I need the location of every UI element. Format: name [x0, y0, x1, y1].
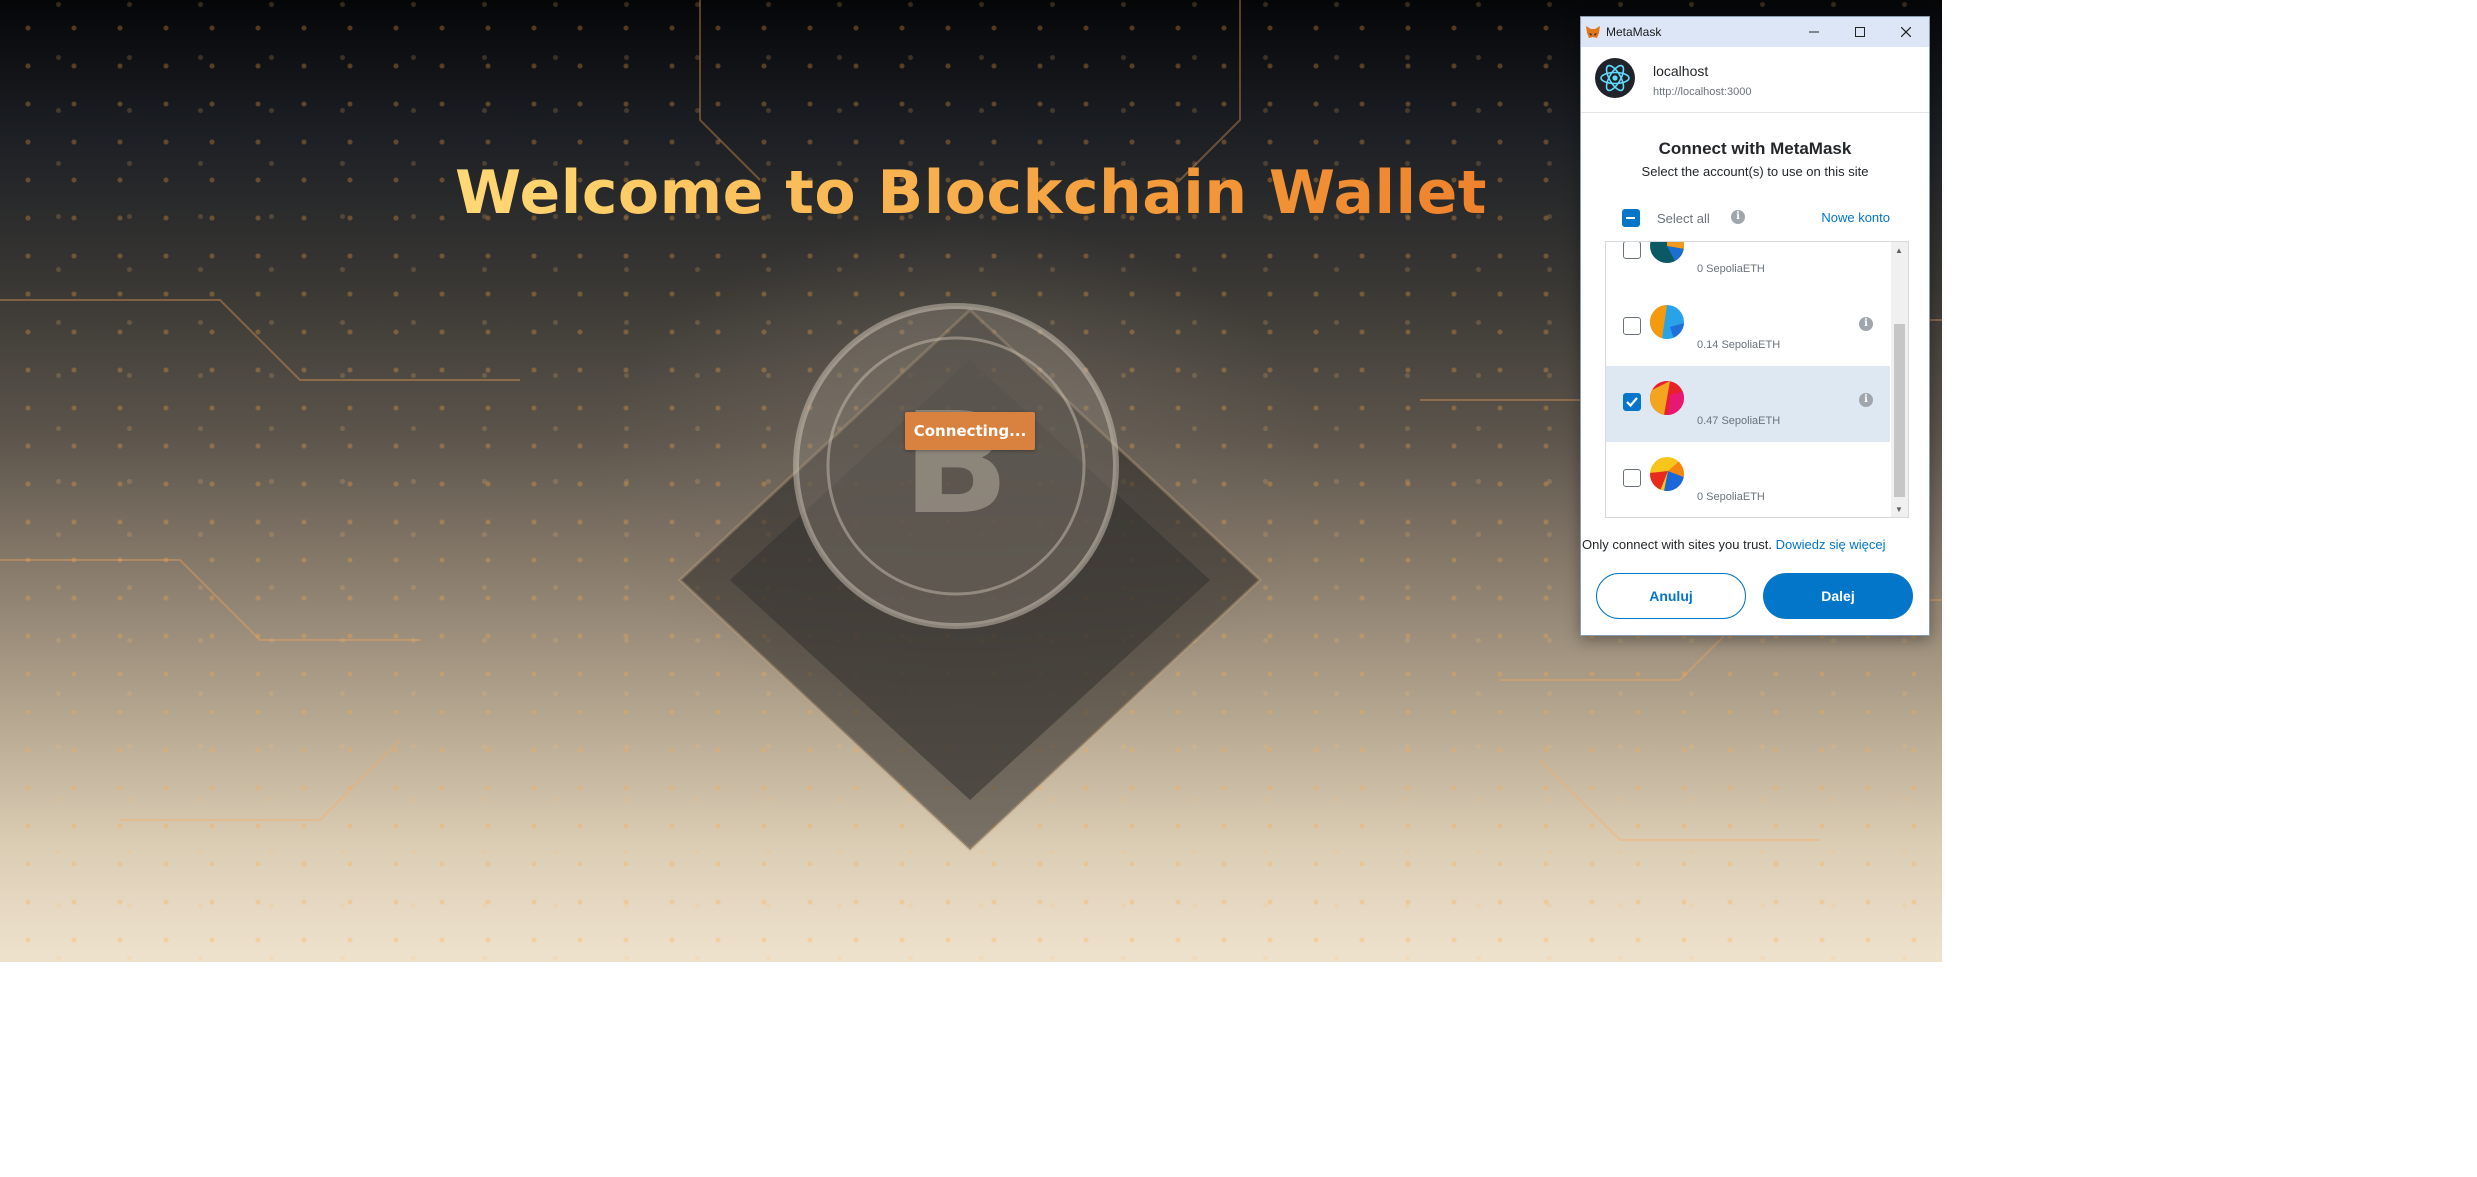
- account-list-scrollbar[interactable]: ▲ ▼: [1891, 242, 1908, 517]
- learn-more-link[interactable]: Dowiedz się więcej: [1776, 537, 1886, 552]
- select-all-checkbox[interactable]: [1622, 209, 1640, 227]
- account-row[interactable]: 0 SepoliaETH: [1606, 442, 1890, 517]
- connect-wallet-button[interactable]: Connecting...: [905, 412, 1035, 450]
- checkmark-icon: [1626, 397, 1638, 408]
- close-icon: [1901, 27, 1911, 37]
- scroll-up-arrow-icon[interactable]: ▲: [1895, 246, 1903, 255]
- account-balance: 0 SepoliaETH: [1697, 491, 1765, 503]
- react-logo-icon: [1595, 58, 1635, 98]
- account-row[interactable]: 0 SepoliaETH: [1606, 242, 1890, 291]
- info-icon[interactable]: i: [1859, 393, 1873, 407]
- account-list: 0 SepoliaETH 0.14 SepoliaETH i 0.47 Sepo…: [1605, 241, 1909, 518]
- account-avatar-icon: [1650, 381, 1684, 415]
- account-balance: 0.47 SepoliaETH: [1697, 415, 1781, 427]
- trust-notice: Only connect with sites you trust. Dowie…: [1582, 537, 1885, 552]
- account-avatar-icon: [1650, 242, 1684, 263]
- info-icon[interactable]: i: [1731, 210, 1745, 224]
- scroll-down-arrow-icon[interactable]: ▼: [1895, 505, 1903, 514]
- scroll-thumb[interactable]: [1894, 324, 1905, 497]
- cancel-button[interactable]: Anuluj: [1596, 573, 1746, 619]
- metamask-fox-icon: [1586, 26, 1600, 38]
- metamask-window: MetaMask localhost http://localhost:3000…: [1580, 16, 1930, 636]
- select-all-row: Select all i Nowe konto: [1581, 203, 1929, 233]
- account-checkbox[interactable]: [1623, 242, 1641, 259]
- account-checkbox[interactable]: [1623, 317, 1641, 335]
- info-icon[interactable]: i: [1859, 317, 1873, 331]
- select-all-label: Select all: [1657, 211, 1710, 226]
- connect-subheading: Select the account(s) to use on this sit…: [1641, 164, 1869, 179]
- close-button[interactable]: [1883, 17, 1929, 47]
- account-checkbox-checked[interactable]: [1623, 393, 1641, 411]
- connect-heading: Connect with MetaMask: [1658, 139, 1852, 158]
- site-origin-header: localhost http://localhost:3000: [1581, 48, 1929, 113]
- account-row-selected[interactable]: 0.47 SepoliaETH i: [1606, 366, 1890, 443]
- svg-text:B: B: [903, 383, 1010, 546]
- trust-text: Only connect with sites you trust.: [1582, 537, 1773, 552]
- account-balance: 0 SepoliaETH: [1697, 263, 1765, 275]
- window-title: MetaMask: [1606, 25, 1662, 39]
- account-avatar-icon: [1650, 457, 1684, 491]
- site-name: localhost: [1653, 63, 1709, 79]
- minimize-icon: [1809, 31, 1819, 33]
- site-url: http://localhost:3000: [1653, 86, 1752, 98]
- account-avatar-icon: [1650, 305, 1684, 339]
- maximize-button[interactable]: [1837, 17, 1883, 47]
- minimize-button[interactable]: [1791, 17, 1837, 47]
- account-row[interactable]: 0.14 SepoliaETH i: [1606, 290, 1890, 367]
- maximize-icon: [1855, 27, 1865, 37]
- new-account-link[interactable]: Nowe konto: [1821, 210, 1890, 225]
- account-balance: 0.14 SepoliaETH: [1697, 339, 1781, 351]
- next-button[interactable]: Dalej: [1763, 573, 1913, 619]
- account-checkbox[interactable]: [1623, 469, 1641, 487]
- window-titlebar[interactable]: MetaMask: [1581, 17, 1929, 47]
- bitcoin-chip-graphic: B: [677, 303, 1263, 853]
